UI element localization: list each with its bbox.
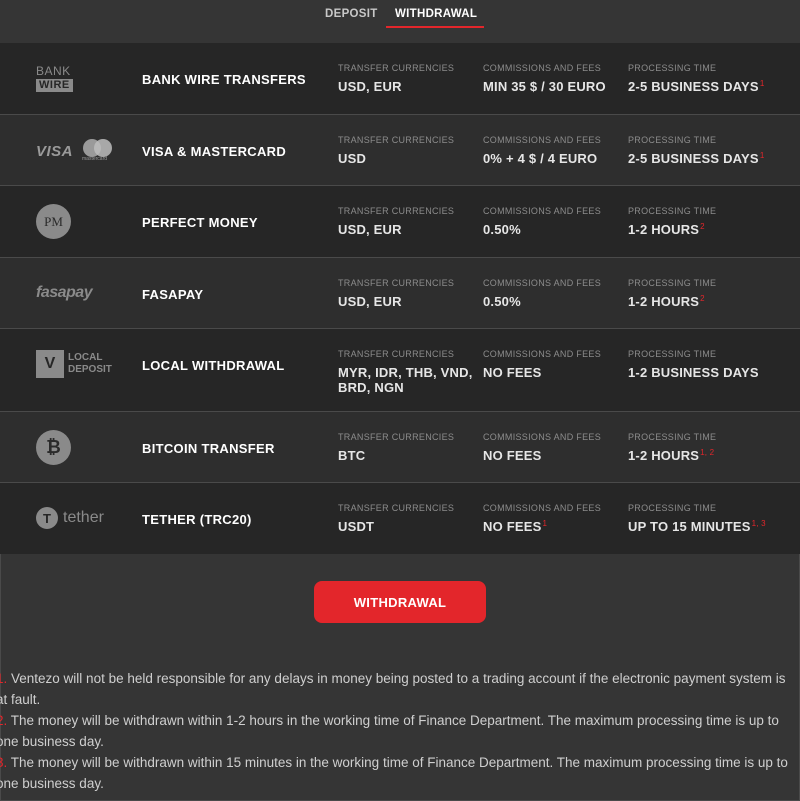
time-value: 1-2 HOURS2 — [628, 222, 705, 237]
method-name: BITCOIN TRANSFER — [142, 441, 275, 456]
currencies-value: USD — [338, 151, 367, 166]
method-row-visa-mastercard: VISA mastercard VISA & MASTERCARD TRANSF… — [0, 115, 800, 186]
footnote-ref: 1 — [759, 151, 765, 160]
method-row-local-withdrawal: V LOCAL DEPOSIT LOCAL WITHDRAWAL TRANSFE… — [0, 329, 800, 412]
col-label-fees: COMMISSIONS AND FEES — [483, 349, 602, 359]
method-row-bitcoin: ₿ BITCOIN TRANSFER TRANSFER CURRENCIES B… — [0, 412, 800, 483]
fees-value: 0.50% — [483, 294, 521, 309]
footnote-ref: 1 — [759, 79, 765, 88]
currencies-value: MYR, IDR, THB, VND, BRD, NGN — [338, 365, 473, 395]
tether-logo: T tether — [36, 507, 126, 529]
col-label-time: PROCESSING TIME — [628, 278, 717, 288]
visa-mastercard-logo: VISA mastercard — [36, 138, 126, 164]
fasapay-logo: fasapay — [36, 284, 93, 301]
currencies-value: BTC — [338, 448, 366, 463]
col-label-fees: COMMISSIONS AND FEES — [483, 63, 602, 73]
currencies-value: USD, EUR — [338, 294, 402, 309]
currencies-value: USDT — [338, 519, 375, 534]
method-name: TETHER (TRC20) — [142, 512, 252, 527]
col-label-currencies: TRANSFER CURRENCIES — [338, 135, 455, 145]
col-label-fees: COMMISSIONS AND FEES — [483, 206, 602, 216]
fees-value: MIN 35 $ / 30 EURO — [483, 79, 606, 94]
method-row-bank-wire: BANK WIRE BANK WIRE TRANSFERS TRANSFER C… — [0, 43, 800, 115]
col-label-fees: COMMISSIONS AND FEES — [483, 135, 602, 145]
time-value: 1-2 HOURS2 — [628, 294, 705, 309]
col-label-time: PROCESSING TIME — [628, 206, 717, 216]
local-deposit-logo: V LOCAL DEPOSIT — [36, 350, 126, 378]
fees-value: 0.50% — [483, 222, 521, 237]
visa-logo-text: VISA — [36, 142, 74, 160]
col-label-time: PROCESSING TIME — [628, 63, 717, 73]
v-logo-icon: V — [36, 350, 64, 378]
fees-value: NO FEES — [483, 448, 542, 463]
method-name: FASAPAY — [142, 287, 204, 302]
col-label-time: PROCESSING TIME — [628, 135, 717, 145]
footnote-ref: 2 — [700, 294, 705, 303]
fees-value: NO FEES1 — [483, 519, 548, 534]
col-label-fees: COMMISSIONS AND FEES — [483, 432, 602, 442]
fees-value: NO FEES — [483, 365, 542, 380]
time-value: UP TO 15 MINUTES1, 3 — [628, 519, 766, 534]
time-value: 1-2 BUSINESS DAYS — [628, 365, 759, 380]
footnote-1: 1. Ventezo will not be held responsible … — [0, 671, 786, 707]
tether-icon: T — [36, 507, 58, 529]
perfect-money-logo: PM — [36, 204, 126, 239]
footnote-2: 2. The money will be withdrawn within 1-… — [0, 713, 779, 749]
payment-methods-list: BANK WIRE BANK WIRE TRANSFERS TRANSFER C… — [0, 43, 800, 554]
currencies-value: USD, EUR — [338, 222, 402, 237]
method-name: BANK WIRE TRANSFERS — [142, 72, 306, 87]
col-label-time: PROCESSING TIME — [628, 432, 717, 442]
bitcoin-logo: ₿ — [36, 430, 126, 465]
col-label-currencies: TRANSFER CURRENCIES — [338, 349, 455, 359]
time-value: 2-5 BUSINESS DAYS1 — [628, 79, 765, 94]
col-label-currencies: TRANSFER CURRENCIES — [338, 432, 455, 442]
method-name: LOCAL WITHDRAWAL — [142, 358, 285, 373]
tab-bar: DEPOSIT WITHDRAWAL — [0, 0, 800, 44]
col-label-time: PROCESSING TIME — [628, 349, 717, 359]
col-label-currencies: TRANSFER CURRENCIES — [338, 503, 455, 513]
footnote-ref: 1, 3 — [751, 519, 766, 528]
wire-logo-text: WIRE — [36, 79, 73, 92]
col-label-time: PROCESSING TIME — [628, 503, 717, 513]
currencies-value: USD, EUR — [338, 79, 402, 94]
footnotes: 1. Ventezo will not be held responsible … — [0, 668, 800, 794]
mastercard-icon: mastercard — [81, 138, 115, 164]
method-row-perfect-money: PM PERFECT MONEY TRANSFER CURRENCIES USD… — [0, 186, 800, 258]
footnote-ref: 1 — [542, 519, 548, 528]
bitcoin-icon: ₿ — [36, 430, 71, 465]
col-label-fees: COMMISSIONS AND FEES — [483, 278, 602, 288]
fees-value: 0% + 4 $ / 4 EURO — [483, 151, 598, 166]
method-name: PERFECT MONEY — [142, 215, 258, 230]
col-label-fees: COMMISSIONS AND FEES — [483, 503, 602, 513]
time-value: 1-2 HOURS1, 2 — [628, 448, 715, 463]
col-label-currencies: TRANSFER CURRENCIES — [338, 63, 455, 73]
tab-deposit[interactable]: DEPOSIT — [325, 8, 378, 20]
method-row-tether: T tether TETHER (TRC20) TRANSFER CURRENC… — [0, 483, 800, 554]
method-row-fasapay: fasapay FASAPAY TRANSFER CURRENCIES USD,… — [0, 258, 800, 329]
active-tab-indicator — [386, 26, 484, 28]
withdrawal-button[interactable]: WITHDRAWAL — [314, 581, 486, 623]
footnote-3: 3. The money will be withdrawn within 15… — [0, 755, 788, 791]
bank-logo-text: BANK — [36, 64, 71, 78]
method-name: VISA & MASTERCARD — [142, 144, 287, 159]
footnote-ref: 2 — [700, 222, 705, 231]
footnote-ref: 1, 2 — [700, 448, 715, 457]
tab-withdrawal[interactable]: WITHDRAWAL — [395, 8, 477, 20]
bank-wire-logo: BANK WIRE — [36, 65, 126, 92]
col-label-currencies: TRANSFER CURRENCIES — [338, 206, 455, 216]
col-label-currencies: TRANSFER CURRENCIES — [338, 278, 455, 288]
time-value: 2-5 BUSINESS DAYS1 — [628, 151, 765, 166]
